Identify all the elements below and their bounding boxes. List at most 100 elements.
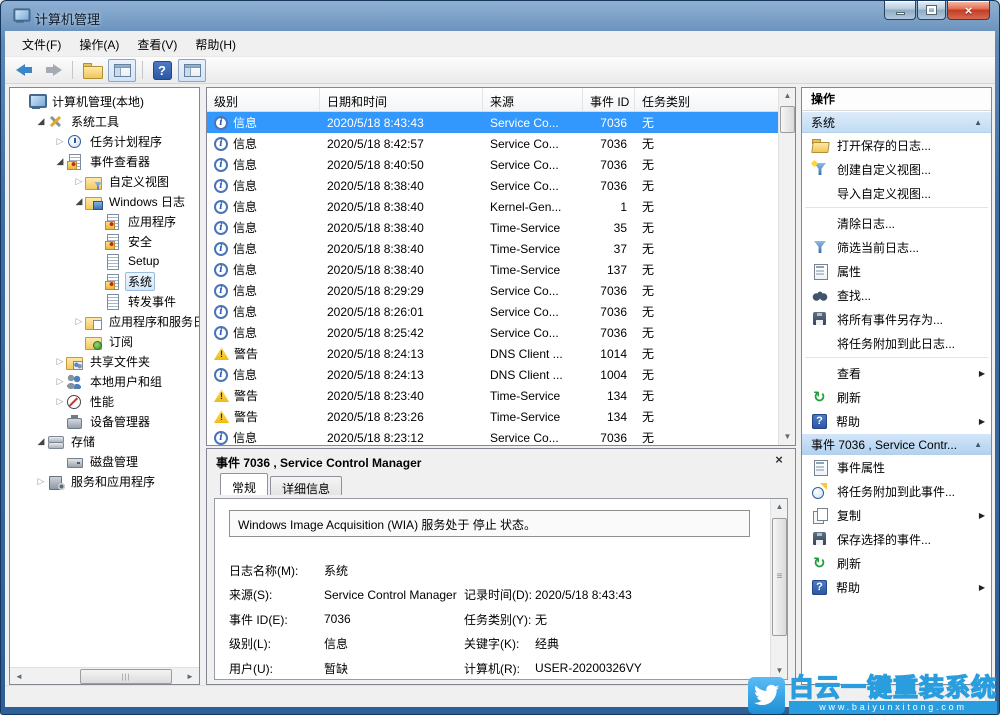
action-item[interactable]: ?帮助▶ xyxy=(802,409,991,433)
action-item[interactable]: 创建自定义视图... xyxy=(802,157,991,181)
action-section-header[interactable]: 事件 7036 , Service Contr...▲ xyxy=(802,433,991,455)
tree-item[interactable]: ▷服务和应用程序 xyxy=(10,471,199,491)
tree-item[interactable]: ◢存储 xyxy=(10,431,199,451)
tree-item[interactable]: Setup xyxy=(10,251,199,271)
action-item[interactable]: 刷新 xyxy=(802,551,991,575)
menu-item[interactable]: 文件(F) xyxy=(13,33,70,56)
tree-item[interactable]: 订阅 xyxy=(10,331,199,351)
tree-item[interactable]: 转发事件 xyxy=(10,291,199,311)
tree-horizontal-scrollbar[interactable]: ◄ ► xyxy=(10,667,199,684)
menu-item[interactable]: 查看(V) xyxy=(128,33,186,56)
action-section-header[interactable]: 系统▲ xyxy=(802,111,991,133)
expand-open-icon[interactable]: ◢ xyxy=(35,116,47,126)
action-item[interactable]: 打开保存的日志... xyxy=(802,133,991,157)
table-row[interactable]: i信息2020/5/18 8:23:12Service Co...7036无 xyxy=(207,427,778,445)
table-row[interactable]: i信息2020/5/18 8:38:40Time-Service37无 xyxy=(207,238,778,259)
scrollbar-thumb[interactable] xyxy=(780,106,795,133)
expand-closed-icon[interactable]: ▷ xyxy=(73,316,85,326)
tree-item[interactable]: ◢系统工具 xyxy=(10,111,199,131)
table-row[interactable]: i信息2020/5/18 8:25:42Service Co...7036无 xyxy=(207,322,778,343)
maximize-button[interactable] xyxy=(917,1,946,20)
expand-open-icon[interactable]: ◢ xyxy=(73,196,85,206)
tree-item[interactable]: ▷应用程序和服务日志 xyxy=(10,311,199,331)
tree-item[interactable]: ▷任务计划程序 xyxy=(10,131,199,151)
menu-item[interactable]: 操作(A) xyxy=(70,33,128,56)
scroll-up-icon[interactable]: ▲ xyxy=(780,88,795,104)
table-row[interactable]: i信息2020/5/18 8:38:40Service Co...7036无 xyxy=(207,175,778,196)
scroll-up-icon[interactable]: ▲ xyxy=(772,499,787,515)
tab-详细信息[interactable]: 详细信息 xyxy=(270,476,342,495)
expand-closed-icon[interactable]: ▷ xyxy=(54,396,66,406)
back-button[interactable] xyxy=(11,59,37,82)
tree-item[interactable]: 应用程序 xyxy=(10,211,199,231)
list-vertical-scrollbar[interactable]: ▲ ▼ xyxy=(778,88,795,445)
collapse-icon[interactable]: ▲ xyxy=(970,118,982,127)
expand-closed-icon[interactable]: ▷ xyxy=(35,476,47,486)
minimize-button[interactable] xyxy=(884,1,916,20)
show-action-pane-button[interactable] xyxy=(178,59,206,82)
folder-button[interactable] xyxy=(79,59,105,82)
forward-button[interactable] xyxy=(40,59,66,82)
action-item[interactable]: 保存选择的事件... xyxy=(802,527,991,551)
scrollbar-thumb[interactable] xyxy=(80,669,172,684)
expand-closed-icon[interactable]: ▷ xyxy=(73,176,85,186)
table-row[interactable]: i信息2020/5/18 8:24:13DNS Client ...1004无 xyxy=(207,364,778,385)
table-row[interactable]: 警告2020/5/18 8:23:40Time-Service134无 xyxy=(207,385,778,406)
action-item[interactable]: 清除日志... xyxy=(802,211,991,235)
tree-item[interactable]: 安全 xyxy=(10,231,199,251)
tree-item[interactable]: ◢事件查看器 xyxy=(10,151,199,171)
table-row[interactable]: i信息2020/5/18 8:42:57Service Co...7036无 xyxy=(207,133,778,154)
title-bar[interactable]: 计算机管理 × xyxy=(1,1,999,31)
detail-close-icon[interactable]: × xyxy=(772,453,786,467)
scrollbar-thumb[interactable] xyxy=(772,518,787,636)
table-row[interactable]: i信息2020/5/18 8:26:01Service Co...7036无 xyxy=(207,301,778,322)
table-row[interactable]: i信息2020/5/18 8:38:40Time-Service35无 xyxy=(207,217,778,238)
expand-closed-icon[interactable]: ▷ xyxy=(54,136,66,146)
scroll-down-icon[interactable]: ▼ xyxy=(780,429,795,445)
column-header[interactable]: 日期和时间 xyxy=(320,88,483,111)
table-row[interactable]: i信息2020/5/18 8:29:29Service Co...7036无 xyxy=(207,280,778,301)
tree-item[interactable]: ▷共享文件夹 xyxy=(10,351,199,371)
scroll-left-icon[interactable]: ◄ xyxy=(11,669,27,684)
action-item[interactable]: 导入自定义视图... xyxy=(802,181,991,205)
tree-item[interactable]: ◢Windows 日志 xyxy=(10,191,199,211)
action-item[interactable]: ?帮助▶ xyxy=(802,575,991,599)
table-row[interactable]: i信息2020/5/18 8:38:40Time-Service137无 xyxy=(207,259,778,280)
expand-closed-icon[interactable]: ▷ xyxy=(54,356,66,366)
detail-vertical-scrollbar[interactable]: ▲ ▼ xyxy=(770,499,787,679)
tree-item[interactable]: 计算机管理(本地) xyxy=(10,91,199,111)
action-item[interactable]: 查找... xyxy=(802,283,991,307)
action-item[interactable]: 刷新 xyxy=(802,385,991,409)
table-row[interactable]: i信息2020/5/18 8:43:43Service Co...7036无 xyxy=(207,112,778,133)
tree-item[interactable]: 设备管理器 xyxy=(10,411,199,431)
table-row[interactable]: 警告2020/5/18 8:24:13DNS Client ...1014无 xyxy=(207,343,778,364)
expand-open-icon[interactable]: ◢ xyxy=(35,436,47,446)
scroll-right-icon[interactable]: ► xyxy=(182,669,198,684)
action-item[interactable]: 将任务附加到此事件... xyxy=(802,479,991,503)
action-item[interactable]: 事件属性 xyxy=(802,455,991,479)
table-row[interactable]: i信息2020/5/18 8:40:50Service Co...7036无 xyxy=(207,154,778,175)
column-header[interactable]: 级别 xyxy=(207,88,320,111)
show-console-tree-button[interactable] xyxy=(108,59,136,82)
action-item[interactable]: 将所有事件另存为... xyxy=(802,307,991,331)
action-item[interactable]: 属性 xyxy=(802,259,991,283)
table-row[interactable]: i信息2020/5/18 8:38:40Kernel-Gen...1无 xyxy=(207,196,778,217)
action-item[interactable]: 查看▶ xyxy=(802,361,991,385)
tree-item[interactable]: 磁盘管理 xyxy=(10,451,199,471)
tree-item[interactable]: ▷自定义视图 xyxy=(10,171,199,191)
column-header[interactable]: 任务类别 xyxy=(635,88,778,111)
tab-常规[interactable]: 常规 xyxy=(220,473,268,495)
column-header[interactable]: 来源 xyxy=(483,88,583,111)
column-header[interactable]: 事件 ID xyxy=(583,88,635,111)
action-item[interactable]: 复制▶ xyxy=(802,503,991,527)
menu-item[interactable]: 帮助(H) xyxy=(186,33,245,56)
close-button[interactable]: × xyxy=(947,1,990,20)
collapse-icon[interactable]: ▲ xyxy=(970,440,982,449)
tree-item[interactable]: 系统 xyxy=(10,271,199,291)
expand-open-icon[interactable]: ◢ xyxy=(54,156,66,166)
table-row[interactable]: 警告2020/5/18 8:23:26Time-Service134无 xyxy=(207,406,778,427)
tree-item[interactable]: ▷本地用户和组 xyxy=(10,371,199,391)
help-button[interactable]: ? xyxy=(149,59,175,82)
tree-item[interactable]: ▷性能 xyxy=(10,391,199,411)
action-item[interactable]: 筛选当前日志... xyxy=(802,235,991,259)
